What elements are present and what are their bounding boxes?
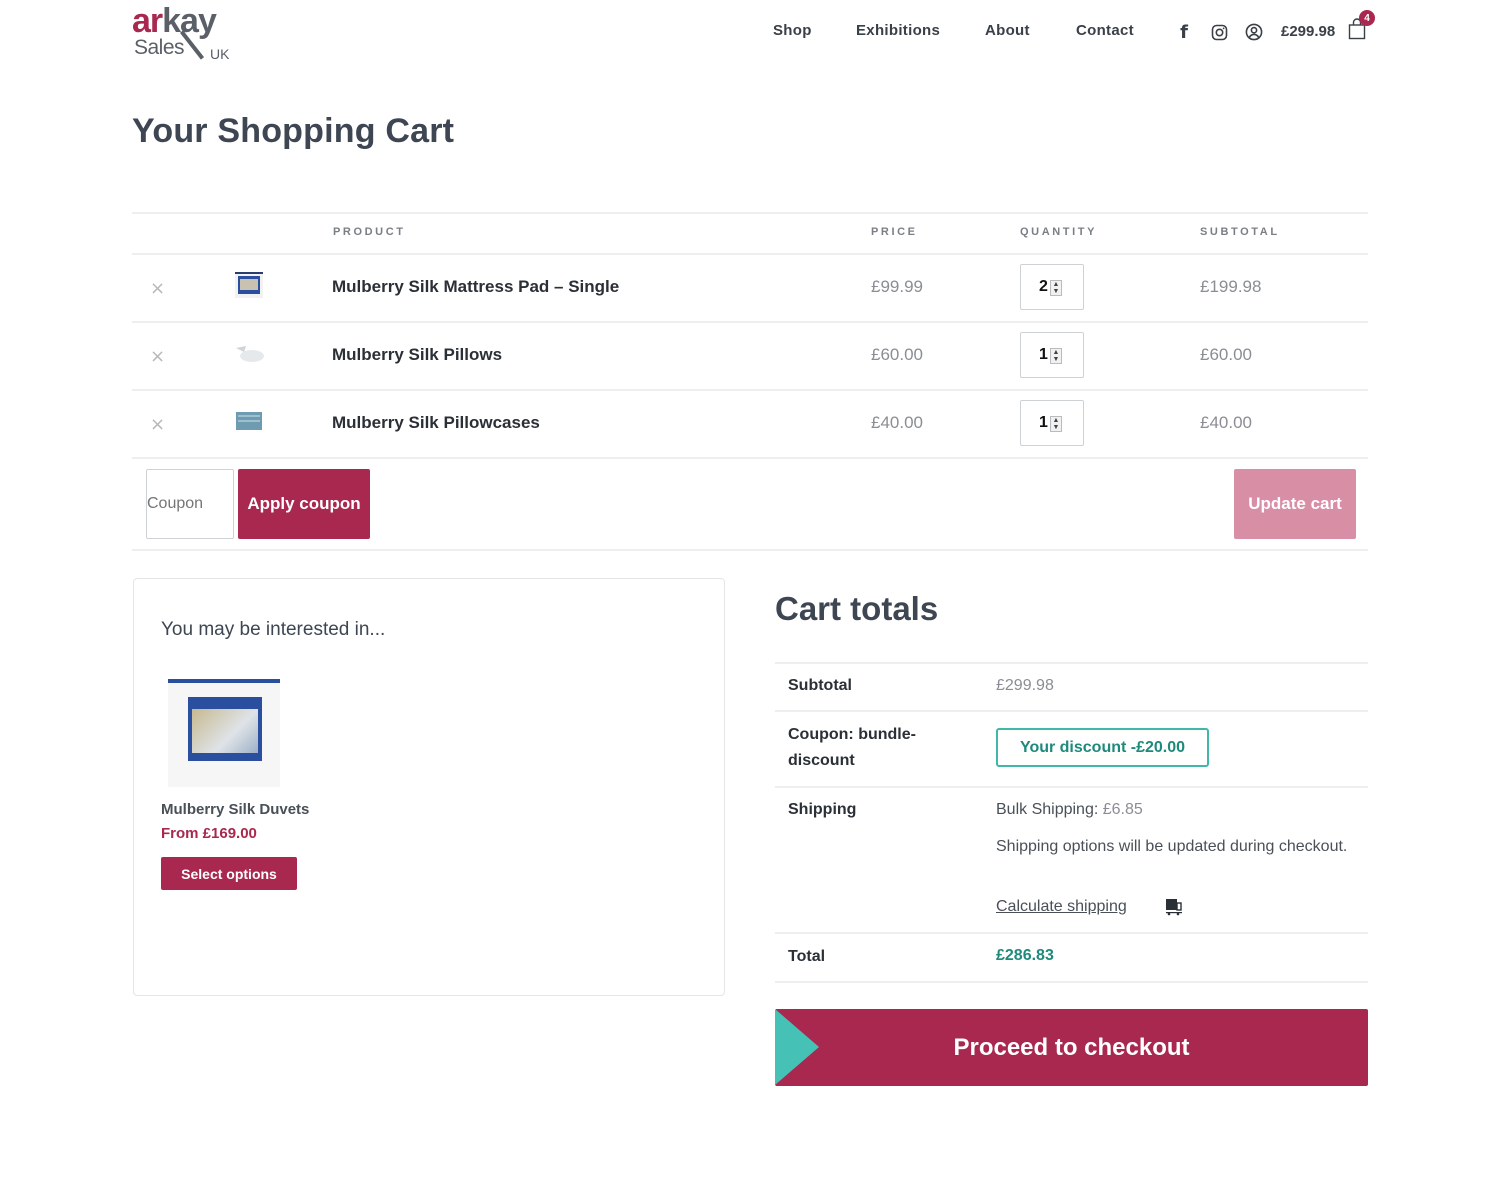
subtotal-value: £299.98: [996, 677, 1054, 694]
nav-about[interactable]: About: [985, 22, 1030, 39]
column-header-price: PRICE: [871, 226, 918, 238]
shipping-method-name: Bulk Shipping:: [996, 801, 1099, 818]
cross-sell-product-name[interactable]: Mulberry Silk Duvets: [161, 801, 309, 818]
truck-icon[interactable]: [1165, 898, 1183, 916]
line-subtotal: £40.00: [1200, 413, 1252, 432]
shipping-amount: £6.85: [1102, 801, 1143, 818]
actions-divider: [132, 549, 1368, 551]
product-thumbnail[interactable]: [232, 270, 266, 300]
cross-sell-product-price: From £169.00: [161, 825, 257, 842]
quantity-value: 2: [1039, 278, 1048, 295]
totals-divider: [775, 662, 1368, 664]
facebook-icon[interactable]: f: [1174, 22, 1194, 43]
remove-item-icon[interactable]: ×: [150, 346, 165, 367]
calculate-shipping-link[interactable]: Calculate shipping: [996, 898, 1127, 916]
column-header-quantity: QUANTITY: [1020, 226, 1098, 238]
select-options-button[interactable]: Select options: [161, 857, 297, 890]
checkout-button-label: Proceed to checkout: [953, 1033, 1190, 1061]
totals-divider: [775, 981, 1368, 983]
header-cart-total[interactable]: £299.98: [1281, 23, 1335, 40]
nav-contact[interactable]: Contact: [1076, 22, 1134, 39]
table-row: × Mulberry Silk Pillowcases £40.00 1 ▲ ▼ …: [132, 390, 1368, 458]
quantity-stepper[interactable]: 1 ▲ ▼: [1020, 332, 1084, 378]
proceed-to-checkout-button[interactable]: Proceed to checkout: [775, 1009, 1368, 1086]
quantity-value: 1: [1039, 414, 1048, 431]
cart-totals-title: Cart totals: [775, 590, 939, 627]
product-price: £60.00: [871, 345, 923, 364]
product-name-link[interactable]: Mulberry Silk Pillows: [332, 345, 502, 365]
nav-shop[interactable]: Shop: [773, 22, 812, 39]
total-label: Total: [788, 948, 826, 965]
shipping-label: Shipping: [788, 801, 857, 818]
totals-divider: [775, 786, 1368, 788]
update-cart-button[interactable]: Update cart: [1234, 469, 1356, 539]
cart-count-badge: 4: [1359, 10, 1375, 26]
quantity-spin-arrows-icon[interactable]: ▲ ▼: [1050, 416, 1062, 432]
table-top-divider: [132, 212, 1368, 214]
table-row: × Mulberry Silk Mattress Pad – Single £9…: [132, 254, 1368, 322]
quantity-value: 1: [1039, 346, 1048, 363]
remove-item-icon[interactable]: ×: [150, 278, 165, 299]
cross-sells-title: You may be interested in...: [161, 619, 386, 640]
product-thumbnail[interactable]: [232, 338, 266, 368]
coupon-label: Coupon: bundle-discount: [788, 726, 916, 769]
product-thumbnail[interactable]: [232, 406, 266, 436]
quantity-stepper[interactable]: 2 ▲ ▼: [1020, 264, 1084, 310]
site-header: arkay Sales UK Shop Exhibitions About Co…: [0, 0, 1500, 70]
quantity-spin-arrows-icon[interactable]: ▲ ▼: [1050, 348, 1062, 364]
subtotal-label: Subtotal: [788, 677, 852, 694]
order-total-value: £286.83: [996, 947, 1054, 964]
product-name-link[interactable]: Mulberry Silk Pillowcases: [332, 413, 540, 433]
quantity-spin-arrows-icon[interactable]: ▲ ▼: [1050, 280, 1062, 296]
account-icon[interactable]: [1244, 22, 1264, 42]
product-name-link[interactable]: Mulberry Silk Mattress Pad – Single: [332, 277, 619, 297]
logo-text-sales: Sales: [134, 36, 185, 59]
table-row: × Mulberry Silk Pillows £60.00 1 ▲ ▼ £60.…: [132, 322, 1368, 390]
logo-text-ar: ar: [132, 2, 163, 40]
totals-divider: [775, 710, 1368, 712]
page-title: Your Shopping Cart: [132, 112, 455, 150]
discount-badge: Your discount -£20.00: [996, 728, 1209, 767]
totals-divider: [775, 932, 1368, 934]
column-header-product: PRODUCT: [333, 226, 406, 238]
row-divider: [132, 457, 1368, 459]
shipping-method: Bulk Shipping: £6.85: [996, 801, 1143, 819]
column-header-subtotal: SUBTOTAL: [1200, 226, 1280, 238]
nav-exhibitions[interactable]: Exhibitions: [856, 22, 940, 39]
line-subtotal: £60.00: [1200, 345, 1252, 364]
quantity-stepper[interactable]: 1 ▲ ▼: [1020, 400, 1084, 446]
cross-sells-panel: You may be interested in... Mulberry Sil…: [133, 578, 725, 996]
product-price: £99.99: [871, 277, 923, 296]
shipping-note: Shipping options will be updated during …: [996, 838, 1348, 855]
logo-text-kay: kay: [162, 2, 217, 40]
instagram-icon[interactable]: [1209, 22, 1229, 42]
apply-coupon-button[interactable]: Apply coupon: [238, 469, 370, 539]
product-price: £40.00: [871, 413, 923, 432]
line-subtotal: £199.98: [1200, 277, 1262, 296]
arkay-sales-logo[interactable]: arkay Sales UK: [132, 2, 242, 62]
logo-text-uk: UK: [210, 46, 230, 62]
remove-item-icon[interactable]: ×: [150, 414, 165, 435]
coupon-code-input[interactable]: [146, 469, 234, 539]
cross-sell-product-image[interactable]: [168, 679, 280, 787]
